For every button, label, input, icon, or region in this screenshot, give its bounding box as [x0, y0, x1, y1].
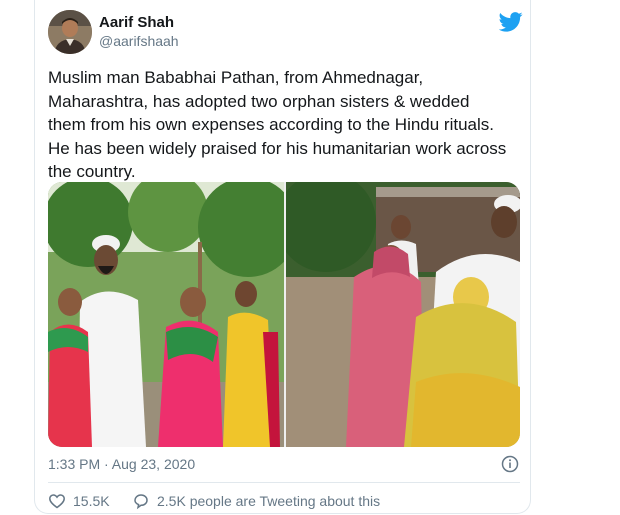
tweeting-about-text: 2.5K people are Tweeting about this — [157, 493, 381, 509]
tweet-media[interactable] — [48, 182, 520, 447]
tweeting-about-link[interactable]: 2.5K people are Tweeting about this — [132, 492, 380, 510]
author-name[interactable]: Aarif Shah — [99, 14, 174, 31]
wedding-photo-right[interactable] — [286, 182, 520, 447]
divider — [48, 482, 520, 483]
wedding-photo-left[interactable] — [48, 182, 284, 447]
tweet-timestamp[interactable]: 1:33 PM · Aug 23, 2020 — [48, 456, 195, 472]
author-handle[interactable]: @aarifshaah — [99, 33, 179, 49]
avatar-image — [48, 10, 92, 54]
avatar[interactable] — [48, 10, 92, 54]
photo-left-image — [48, 182, 284, 447]
info-icon[interactable] — [501, 455, 519, 473]
like-count: 15.5K — [73, 493, 110, 509]
tweet-card: Aarif Shah @aarifshaah Muslim man Bababh… — [34, 0, 531, 514]
photo-right-image — [286, 182, 520, 447]
like-button[interactable]: 15.5K — [48, 492, 110, 510]
speech-bubble-icon — [134, 494, 148, 510]
tweet-text: Muslim man Bababhai Pathan, from Ahmedna… — [48, 68, 507, 181]
twitter-bird-icon[interactable] — [499, 12, 523, 32]
heart-icon — [49, 494, 65, 509]
